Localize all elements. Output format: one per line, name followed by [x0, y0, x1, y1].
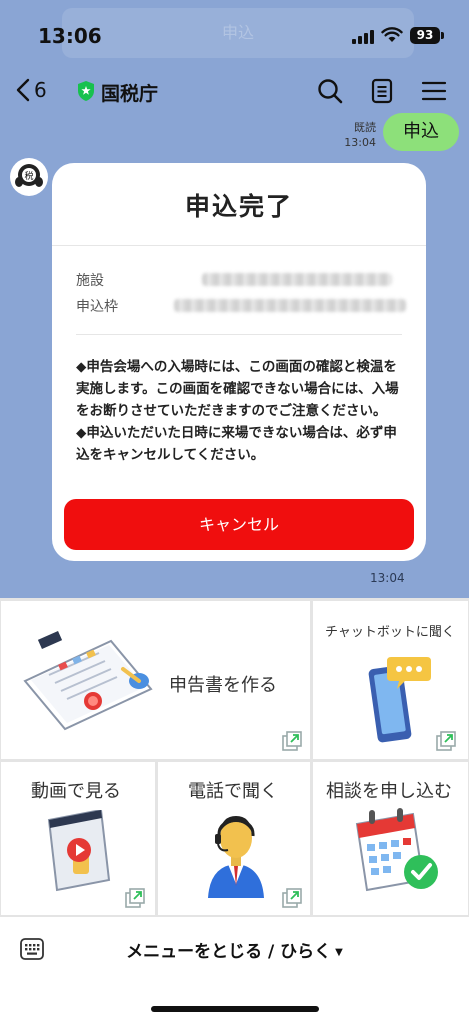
notice-text: ◆申告会場への入場時には、この画面の確認と検温を実施します。この画面を確認できな…	[76, 356, 406, 466]
battery-icon: 93	[410, 27, 440, 44]
read-label: 既読	[354, 121, 376, 134]
facility-value-blurred	[202, 273, 392, 286]
notice-entry-check: ◆申告会場への入場時には、この画面の確認と検温を実施します。この画面を確認できな…	[76, 359, 399, 419]
smartphone-chat-illustration	[368, 657, 431, 743]
menu-toggle-label: メニューをとじる / ひらく	[126, 942, 332, 962]
battery-tip	[441, 32, 444, 39]
chat-title: 国税庁	[101, 83, 159, 105]
chat-area: 申込 13:06 93 6 国税庁 既読 13:04 申込 税 申込完了 施設 …	[0, 0, 469, 598]
create-return-tile[interactable]: 申告書を作る	[1, 601, 310, 759]
chat-header: 6 国税庁	[0, 62, 469, 118]
phone-tile[interactable]: 電話で聞く	[158, 762, 310, 915]
phone-operator-illustration	[208, 816, 264, 898]
notification-text: 申込	[221, 23, 254, 42]
menu-icon[interactable]	[421, 78, 447, 104]
cancel-button[interactable]: キャンセル	[64, 499, 414, 550]
card-title: 申込完了	[184, 192, 293, 221]
bot-avatar[interactable]: 税	[10, 158, 48, 196]
tax-form-illustration	[23, 630, 153, 731]
user-message-bubble[interactable]: 申込	[383, 113, 459, 151]
slot-value-blurred	[174, 299, 406, 312]
consult-label: 相談を申し込む	[326, 781, 452, 802]
video-player-illustration	[47, 810, 111, 892]
home-indicator[interactable]	[151, 1006, 319, 1012]
watch-video-label: 動画で見る	[31, 781, 121, 802]
verified-shield-icon	[78, 81, 94, 101]
status-bar: 申込 13:06 93	[0, 0, 469, 62]
rich-menu: 申告書を作る チャットボットに聞く 動画で見る 電話で聞く 相談を申し込む	[0, 598, 469, 917]
external-link-icon	[282, 731, 302, 751]
rich-menu-bar: メニューをとじる / ひらく ▼	[0, 917, 469, 983]
bot-message-time: 13:04	[370, 571, 405, 585]
back-button[interactable]: 6	[16, 74, 47, 106]
tax-mascot-icon: 税	[11, 159, 47, 195]
external-link-icon	[282, 888, 302, 908]
svg-text:税: 税	[24, 170, 33, 182]
chatbot-tile[interactable]: チャットボットに聞く	[313, 601, 468, 759]
application-complete-card: 申込完了 施設 申込枠 ◆申告会場への入場時には、この画面の確認と検温を実施しま…	[52, 163, 426, 561]
unread-count: 6	[34, 78, 47, 102]
notes-icon[interactable]	[369, 78, 395, 104]
external-link-icon	[436, 731, 456, 751]
phone-label: 電話で聞く	[188, 781, 278, 802]
notice-cancel: ◆申込いただいた日時に来場できない場合は、必ず申込をキャンセルしてください。	[76, 425, 397, 463]
facility-label: 施設	[76, 273, 104, 289]
consult-tile[interactable]: 相談を申し込む	[313, 762, 468, 915]
chevron-left-icon	[16, 78, 30, 102]
chatbot-label: チャットボットに聞く	[325, 625, 455, 640]
divider	[76, 334, 402, 335]
search-icon[interactable]	[317, 78, 343, 104]
watch-video-tile[interactable]: 動画で見る	[1, 762, 155, 915]
read-receipt: 既読 13:04	[338, 120, 376, 150]
calendar-check-illustration	[355, 808, 438, 892]
slot-label: 申込枠	[76, 299, 118, 315]
external-link-icon	[125, 888, 145, 908]
create-return-label: 申告書を作る	[169, 675, 277, 696]
divider	[52, 245, 426, 246]
menu-toggle-button[interactable]: メニューをとじる / ひらく ▼	[0, 937, 469, 962]
user-message-time: 13:04	[344, 136, 376, 149]
status-time: 13:06	[38, 24, 102, 48]
wifi-icon	[381, 27, 403, 42]
notification-banner: 申込	[62, 8, 414, 58]
caret-down-icon: ▼	[335, 946, 343, 958]
